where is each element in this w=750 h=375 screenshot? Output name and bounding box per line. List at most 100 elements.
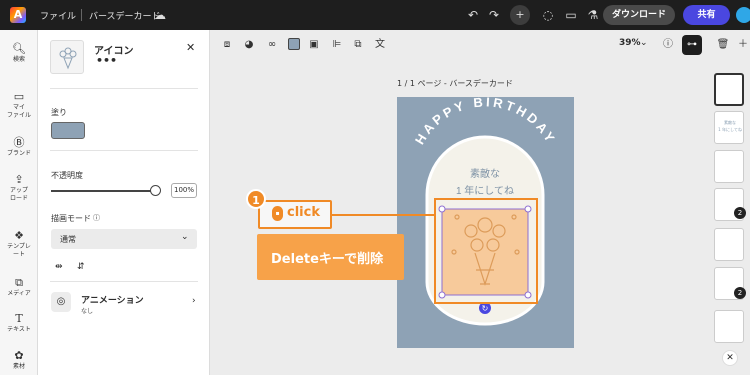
rail-item-upload[interactable]: ⇪ アップ ロード — [0, 173, 38, 203]
arrange-icon[interactable]: ⧉ — [351, 38, 365, 52]
page-label: 1 / 1 ページ - バースデーカード — [397, 79, 513, 88]
file-menu[interactable]: ファイル — [40, 9, 76, 22]
rail-item-text[interactable]: T テキスト — [0, 312, 38, 334]
close-icon[interactable]: ✕ — [186, 41, 195, 54]
rail-item-brand[interactable]: Ⓑ ブランド — [0, 136, 38, 158]
icon-thumbnail — [50, 40, 84, 74]
rail-item-media[interactable]: ⧉ メディア — [0, 276, 38, 298]
fill-color-button[interactable] — [288, 38, 300, 50]
chevron-down-icon[interactable]: ⌄ — [640, 38, 648, 48]
blend-mode-select[interactable]: 通常 ⌄ — [51, 229, 197, 249]
chevron-right-icon[interactable]: › — [192, 296, 196, 306]
instruction-banner: Deleteキーで削除 — [257, 234, 404, 280]
trash-icon[interactable]: 🗑︎ — [716, 38, 730, 52]
rail-item-search[interactable]: 🔍︎ 検索 — [0, 42, 38, 64]
mouse-icon: ▪ — [272, 206, 283, 221]
layers-button[interactable]: ⊶ — [682, 35, 702, 55]
page-thumbnail[interactable] — [714, 73, 744, 106]
instruction-text: Deleteキーで削除 — [271, 252, 384, 267]
folder-icon: ▭ — [13, 90, 25, 103]
svg-text:↻: ↻ — [482, 304, 489, 313]
rail-item-label: ブランド — [6, 150, 31, 157]
card-artwork: HAPPY BIRTHDAY 素敵な 1 年にしてね ↻ — [397, 94, 574, 348]
cloud-icon: ☁ — [154, 8, 166, 22]
comment-icon[interactable]: ▭ — [563, 7, 579, 23]
translate-icon[interactable]: 文 — [373, 38, 387, 52]
page-thumbnail[interactable] — [714, 310, 744, 343]
canvas-toolbar: ⧈ ◕ ∞ ▣ ⊫ ⧉ 文 39% ⌄ ⓘ ⊶ 🗑︎ ＋ — [210, 30, 750, 60]
page-thumbnail[interactable]: 素敵な 1 年にしてね — [714, 111, 744, 144]
opacity-slider-thumb[interactable] — [150, 185, 161, 196]
rail-item-my-files[interactable]: ▭ マイ ファイル — [0, 90, 38, 120]
share-button[interactable]: 共有 — [683, 5, 730, 25]
card-message-line2: 1 年にしてね — [456, 184, 514, 197]
add-icon[interactable]: ＋ — [736, 38, 750, 52]
adobe-express-logo[interactable]: A — [10, 7, 26, 23]
rail-item-label: 素材 — [12, 363, 25, 370]
zoom-level[interactable]: 39% — [619, 38, 641, 48]
click-label: click — [287, 205, 320, 220]
search-icon: 🔍︎ — [12, 42, 26, 55]
chevron-down-icon: ⌄ — [181, 232, 189, 242]
rail-item-templates[interactable]: ❖ テンプレ ート — [0, 229, 38, 259]
divider — [81, 9, 82, 21]
opacity-value-field[interactable]: 100% — [171, 183, 197, 198]
opacity-slider-track[interactable] — [51, 190, 155, 192]
page-thumb-line2: 1 年にしてね — [718, 127, 742, 132]
animation-title[interactable]: アニメーション — [81, 293, 144, 306]
flip-horizontal-icon[interactable]: ⇹ — [55, 262, 63, 272]
help-icon[interactable]: ⓘ — [661, 38, 675, 52]
properties-panel: アイコン ••• ✕ 塗り 不透明度 100% 描画モード ⓘ 通常 ⌄ ⇹ ⇵… — [38, 30, 210, 375]
top-bar: A ファイル バースデーカード ☁ ↶ ↷ + ◌ ▭ ⚗ ダウンロード 共有 — [0, 0, 750, 30]
divider — [50, 150, 198, 151]
flask-icon[interactable]: ⚗ — [585, 7, 601, 23]
rail-item-label: テンプレ ート — [7, 243, 31, 258]
pages-rail: 素敵な 1 年にしてね 2 2 — [706, 60, 750, 375]
blend-mode-label: 描画モード — [51, 214, 91, 223]
rail-item-label: アップ ロード — [9, 187, 28, 202]
rail-item-elements[interactable]: ✿ 素材 — [0, 349, 38, 371]
palette-icon[interactable]: ◕ — [242, 38, 256, 52]
fill-label: 塗り — [51, 108, 67, 117]
rail-item-label: メディア — [7, 290, 31, 297]
templates-icon: ❖ — [14, 229, 24, 242]
rail-item-label: 検索 — [12, 56, 25, 63]
upload-icon: ⇪ — [14, 173, 24, 186]
animation-icon: ◎ — [51, 292, 71, 312]
avatar[interactable] — [736, 7, 750, 23]
replace-icon[interactable]: ⧈ — [220, 38, 234, 52]
page-count-badge: 2 — [734, 207, 746, 219]
blend-mode-value: 通常 — [60, 235, 76, 244]
brand-icon: Ⓑ — [13, 136, 25, 149]
birthday-card[interactable]: HAPPY BIRTHDAY 素敵な 1 年にしてね ↻ — [397, 94, 574, 348]
divider — [50, 88, 198, 89]
divider — [50, 281, 198, 282]
flip-vertical-icon[interactable]: ⇵ — [77, 262, 85, 272]
download-button[interactable]: ダウンロード — [603, 5, 675, 25]
redo-icon[interactable]: ↷ — [486, 7, 502, 23]
undo-icon[interactable]: ↶ — [465, 7, 481, 23]
link-icon[interactable]: ∞ — [265, 38, 279, 52]
info-icon[interactable]: ⓘ — [93, 213, 100, 223]
opacity-label: 不透明度 — [51, 171, 83, 180]
text-icon: T — [15, 312, 23, 325]
card-message-line1: 素敵な — [470, 167, 500, 180]
document-title[interactable]: バースデーカード — [89, 9, 161, 22]
page-thumbnail[interactable] — [714, 228, 744, 261]
border-icon[interactable]: ▣ — [307, 38, 321, 52]
media-icon: ⧉ — [15, 276, 23, 289]
left-rail: 🔍︎ 検索 ▭ マイ ファイル Ⓑ ブランド ⇪ アップ ロード ❖ テンプレ … — [0, 30, 38, 375]
align-icon[interactable]: ⊫ — [330, 38, 344, 52]
close-icon[interactable]: ✕ — [722, 350, 738, 366]
rail-item-label: マイ ファイル — [6, 104, 31, 119]
animation-value: なし — [81, 308, 94, 315]
step-number-badge: 1 — [246, 189, 266, 209]
page-thumb-line1: 素敵な — [724, 120, 736, 125]
lightbulb-icon[interactable]: ◌ — [540, 7, 556, 23]
rail-item-label: テキスト — [7, 326, 31, 333]
invite-user-icon[interactable]: + — [510, 5, 530, 25]
page-thumbnail[interactable] — [714, 150, 744, 183]
annotation-connector-line — [332, 214, 436, 216]
more-options-button[interactable]: ••• — [96, 54, 117, 67]
fill-color-swatch[interactable] — [51, 122, 85, 139]
